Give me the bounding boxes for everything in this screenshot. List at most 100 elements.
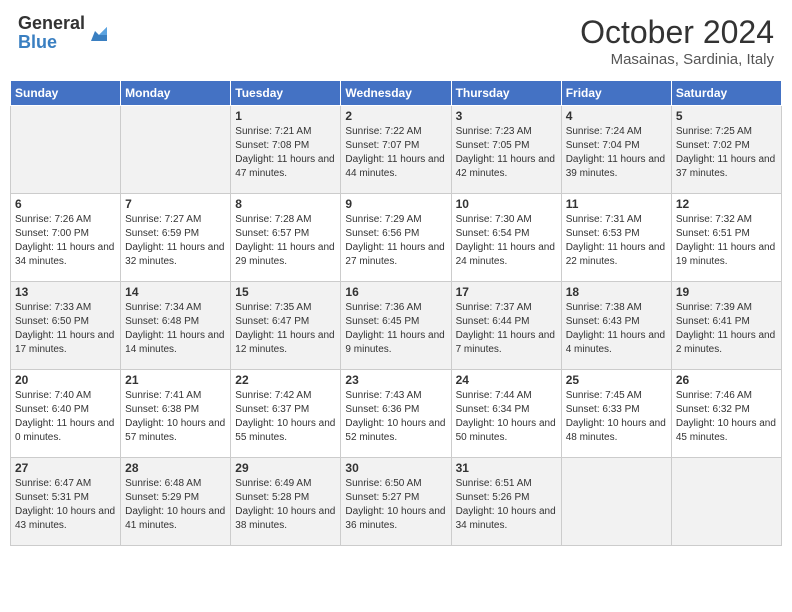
day-detail: Sunrise: 7:31 AM Sunset: 6:53 PM Dayligh… [566, 213, 667, 269]
day-number: 23 [345, 373, 446, 387]
day-detail: Sunrise: 7:38 AM Sunset: 6:43 PM Dayligh… [566, 301, 667, 357]
calendar-cell: 13Sunrise: 7:33 AM Sunset: 6:50 PM Dayli… [11, 282, 121, 370]
calendar-week-row: 13Sunrise: 7:33 AM Sunset: 6:50 PM Dayli… [11, 282, 782, 370]
day-detail: Sunrise: 7:23 AM Sunset: 7:05 PM Dayligh… [456, 125, 557, 181]
day-number: 19 [676, 285, 777, 299]
day-number: 9 [345, 197, 446, 211]
logo-blue: Blue [18, 32, 57, 52]
calendar-cell: 20Sunrise: 7:40 AM Sunset: 6:40 PM Dayli… [11, 370, 121, 458]
calendar-cell: 17Sunrise: 7:37 AM Sunset: 6:44 PM Dayli… [451, 282, 561, 370]
day-number: 25 [566, 373, 667, 387]
calendar-cell: 11Sunrise: 7:31 AM Sunset: 6:53 PM Dayli… [561, 194, 671, 282]
weekday-header-monday: Monday [121, 81, 231, 106]
day-detail: Sunrise: 7:45 AM Sunset: 6:33 PM Dayligh… [566, 389, 667, 445]
calendar-cell: 4 Sunrise: 7:24 AM Sunset: 7:04 PM Daylig… [561, 106, 671, 194]
day-number: 2 [345, 109, 446, 123]
weekday-header-friday: Friday [561, 81, 671, 106]
calendar-week-row: 6Sunrise: 7:26 AM Sunset: 7:00 PM Daylig… [11, 194, 782, 282]
day-number: 8 [235, 197, 336, 211]
calendar-cell: 1 Sunrise: 7:21 AM Sunset: 7:08 PM Daylig… [231, 106, 341, 194]
day-detail: Sunrise: 7:34 AM Sunset: 6:48 PM Dayligh… [125, 301, 226, 357]
day-detail: Sunrise: 7:24 AM Sunset: 7:04 PM Dayligh… [566, 125, 667, 181]
calendar-cell: 7 Sunrise: 7:27 AM Sunset: 6:59 PM Daylig… [121, 194, 231, 282]
weekday-header-wednesday: Wednesday [341, 81, 451, 106]
day-number: 30 [345, 461, 446, 475]
day-detail: Sunrise: 6:51 AM Sunset: 5:26 PM Dayligh… [456, 477, 557, 533]
calendar-cell: 28 Sunrise: 6:48 AM Sunset: 5:29 PM Dayli… [121, 458, 231, 546]
calendar-cell: 16 Sunrise: 7:36 AM Sunset: 6:45 PM Dayli… [341, 282, 451, 370]
calendar-week-row: 1 Sunrise: 7:21 AM Sunset: 7:08 PM Daylig… [11, 106, 782, 194]
day-detail: Sunrise: 7:32 AM Sunset: 6:51 PM Dayligh… [676, 213, 777, 269]
day-number: 29 [235, 461, 336, 475]
day-number: 28 [125, 461, 226, 475]
day-number: 14 [125, 285, 226, 299]
day-number: 21 [125, 373, 226, 387]
calendar-cell: 8 Sunrise: 7:28 AM Sunset: 6:57 PM Daylig… [231, 194, 341, 282]
day-detail: Sunrise: 7:28 AM Sunset: 6:57 PM Dayligh… [235, 213, 336, 269]
day-number: 1 [235, 109, 336, 123]
calendar-cell: 19 Sunrise: 7:39 AM Sunset: 6:41 PM Dayli… [671, 282, 781, 370]
calendar-cell: 26 Sunrise: 7:46 AM Sunset: 6:32 PM Dayli… [671, 370, 781, 458]
day-detail: Sunrise: 7:27 AM Sunset: 6:59 PM Dayligh… [125, 213, 226, 269]
calendar-cell: 12 Sunrise: 7:32 AM Sunset: 6:51 PM Dayli… [671, 194, 781, 282]
day-number: 3 [456, 109, 557, 123]
calendar-cell: 14 Sunrise: 7:34 AM Sunset: 6:48 PM Dayli… [121, 282, 231, 370]
logo: General Blue [18, 14, 111, 52]
day-number: 22 [235, 373, 336, 387]
page-header: General Blue October 2024 Masainas, Sard… [10, 10, 782, 72]
day-detail: Sunrise: 7:36 AM Sunset: 6:45 PM Dayligh… [345, 301, 446, 357]
calendar-cell: 15 Sunrise: 7:35 AM Sunset: 6:47 PM Dayli… [231, 282, 341, 370]
calendar-cell: 27Sunrise: 6:47 AM Sunset: 5:31 PM Dayli… [11, 458, 121, 546]
month-title: October 2024 [580, 14, 774, 51]
day-number: 7 [125, 197, 226, 211]
day-number: 20 [15, 373, 116, 387]
calendar-cell: 5 Sunrise: 7:25 AM Sunset: 7:02 PM Daylig… [671, 106, 781, 194]
day-detail: Sunrise: 6:47 AM Sunset: 5:31 PM Dayligh… [15, 477, 116, 533]
day-number: 5 [676, 109, 777, 123]
day-detail: Sunrise: 7:26 AM Sunset: 7:00 PM Dayligh… [15, 213, 116, 269]
day-detail: Sunrise: 6:49 AM Sunset: 5:28 PM Dayligh… [235, 477, 336, 533]
calendar-cell: 2 Sunrise: 7:22 AM Sunset: 7:07 PM Daylig… [341, 106, 451, 194]
day-number: 18 [566, 285, 667, 299]
day-detail: Sunrise: 7:37 AM Sunset: 6:44 PM Dayligh… [456, 301, 557, 357]
calendar-cell: 10Sunrise: 7:30 AM Sunset: 6:54 PM Dayli… [451, 194, 561, 282]
calendar-body: 1 Sunrise: 7:21 AM Sunset: 7:08 PM Daylig… [11, 106, 782, 546]
calendar-cell [561, 458, 671, 546]
logo-general: General [18, 13, 85, 33]
calendar-cell: 6Sunrise: 7:26 AM Sunset: 7:00 PM Daylig… [11, 194, 121, 282]
calendar-cell: 24Sunrise: 7:44 AM Sunset: 6:34 PM Dayli… [451, 370, 561, 458]
day-detail: Sunrise: 7:42 AM Sunset: 6:37 PM Dayligh… [235, 389, 336, 445]
day-number: 26 [676, 373, 777, 387]
day-detail: Sunrise: 7:39 AM Sunset: 6:41 PM Dayligh… [676, 301, 777, 357]
calendar-header: SundayMondayTuesdayWednesdayThursdayFrid… [11, 81, 782, 106]
calendar-cell: 22 Sunrise: 7:42 AM Sunset: 6:37 PM Dayli… [231, 370, 341, 458]
logo-icon [87, 21, 111, 45]
day-detail: Sunrise: 7:43 AM Sunset: 6:36 PM Dayligh… [345, 389, 446, 445]
day-detail: Sunrise: 7:21 AM Sunset: 7:08 PM Dayligh… [235, 125, 336, 181]
calendar-cell: 29 Sunrise: 6:49 AM Sunset: 5:28 PM Dayli… [231, 458, 341, 546]
day-detail: Sunrise: 7:35 AM Sunset: 6:47 PM Dayligh… [235, 301, 336, 357]
calendar-cell: 18 Sunrise: 7:38 AM Sunset: 6:43 PM Dayli… [561, 282, 671, 370]
day-number: 12 [676, 197, 777, 211]
day-detail: Sunrise: 7:22 AM Sunset: 7:07 PM Dayligh… [345, 125, 446, 181]
weekday-header-tuesday: Tuesday [231, 81, 341, 106]
day-number: 16 [345, 285, 446, 299]
day-detail: Sunrise: 7:44 AM Sunset: 6:34 PM Dayligh… [456, 389, 557, 445]
day-detail: Sunrise: 6:48 AM Sunset: 5:29 PM Dayligh… [125, 477, 226, 533]
calendar-cell: 3 Sunrise: 7:23 AM Sunset: 7:05 PM Daylig… [451, 106, 561, 194]
calendar-cell: 21 Sunrise: 7:41 AM Sunset: 6:38 PM Dayli… [121, 370, 231, 458]
day-detail: Sunrise: 6:50 AM Sunset: 5:27 PM Dayligh… [345, 477, 446, 533]
day-detail: Sunrise: 7:46 AM Sunset: 6:32 PM Dayligh… [676, 389, 777, 445]
day-detail: Sunrise: 7:30 AM Sunset: 6:54 PM Dayligh… [456, 213, 557, 269]
day-detail: Sunrise: 7:25 AM Sunset: 7:02 PM Dayligh… [676, 125, 777, 181]
weekday-header-row: SundayMondayTuesdayWednesdayThursdayFrid… [11, 81, 782, 106]
day-number: 15 [235, 285, 336, 299]
weekday-header-saturday: Saturday [671, 81, 781, 106]
day-detail: Sunrise: 7:41 AM Sunset: 6:38 PM Dayligh… [125, 389, 226, 445]
calendar-cell: 30 Sunrise: 6:50 AM Sunset: 5:27 PM Dayli… [341, 458, 451, 546]
calendar-week-row: 20Sunrise: 7:40 AM Sunset: 6:40 PM Dayli… [11, 370, 782, 458]
calendar-cell: 9Sunrise: 7:29 AM Sunset: 6:56 PM Daylig… [341, 194, 451, 282]
calendar-cell: 25 Sunrise: 7:45 AM Sunset: 6:33 PM Dayli… [561, 370, 671, 458]
calendar-table: SundayMondayTuesdayWednesdayThursdayFrid… [10, 80, 782, 546]
day-number: 4 [566, 109, 667, 123]
